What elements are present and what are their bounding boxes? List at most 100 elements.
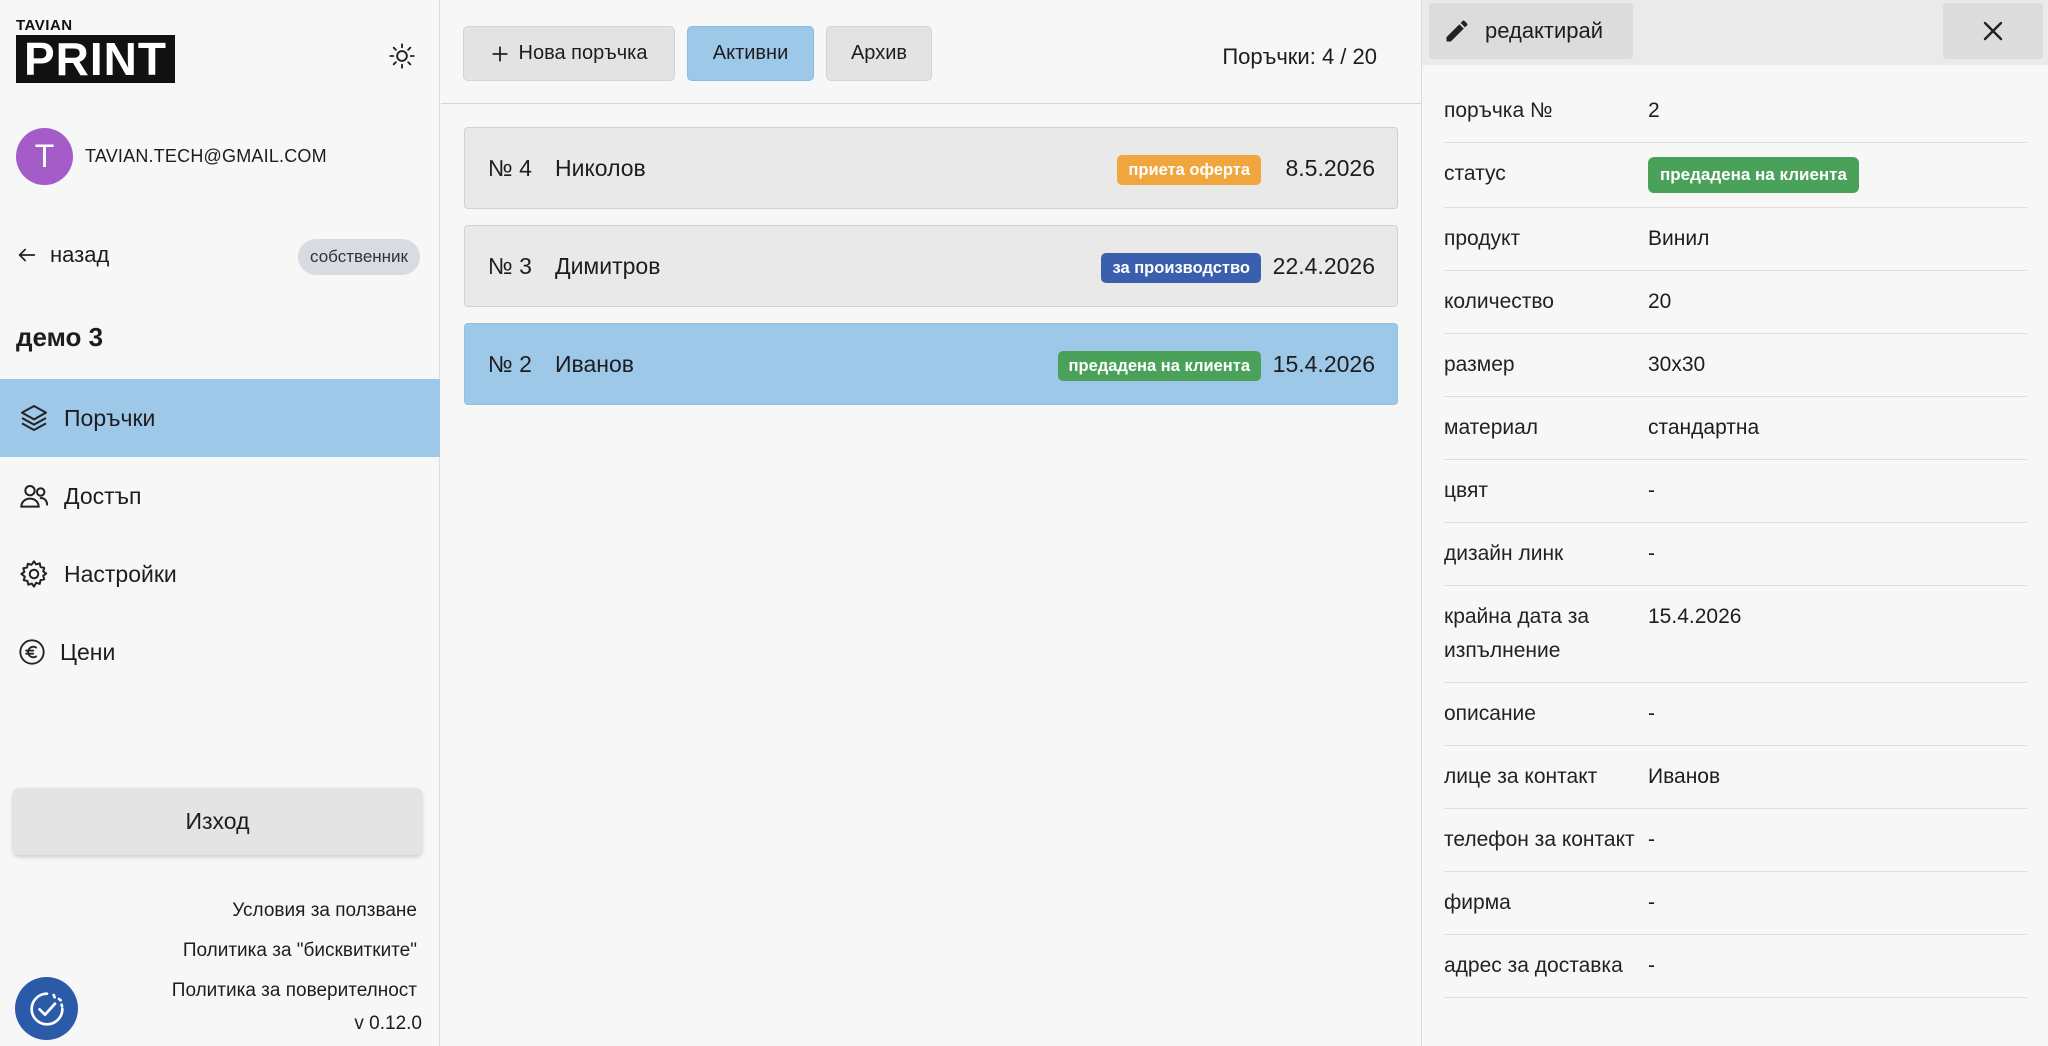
field-value-status: предадена на клиента	[1648, 157, 2027, 193]
role-badge: собственник	[298, 239, 420, 275]
sidebar-item-label: Достъп	[64, 482, 142, 509]
logout-button[interactable]: Изход	[13, 788, 422, 855]
order-row[interactable]: № 4 Николов приета оферта 8.5.2026	[464, 127, 1398, 209]
detail-row: лице за контакт Иванов	[1444, 746, 2027, 809]
user-email: TAVIAN.TECH@GMAIL.COM	[85, 146, 327, 166]
pencil-icon	[1446, 20, 1468, 42]
logo[interactable]: TAVIAN PRINT	[16, 18, 175, 83]
field-label: продукт	[1444, 227, 1521, 250]
sidebar-item-prices[interactable]: Цени	[0, 613, 440, 691]
field-label: статус	[1444, 162, 1506, 185]
sidebar-item-label: Поръчки	[64, 404, 156, 431]
field-value: -	[1648, 828, 1655, 851]
sidebar-item-orders[interactable]: Поръчки	[0, 379, 440, 457]
badge-check-icon	[29, 991, 64, 1026]
sun-icon	[389, 43, 415, 69]
field-value: Винил	[1648, 227, 1710, 250]
sidebar-item-label: Настройки	[64, 560, 177, 587]
version-label: v 0.12.0	[354, 1013, 422, 1034]
sidebar-item-access[interactable]: Достъп	[0, 457, 440, 535]
status-badge: за производство	[1101, 253, 1261, 283]
back-label: назад	[50, 242, 110, 267]
field-label: количество	[1444, 290, 1554, 313]
sidebar-nav: Поръчки Достъп Настройки Цени	[0, 379, 440, 691]
detail-row: материал стандартна	[1444, 397, 2027, 460]
detail-row: статус предадена на клиента	[1444, 143, 2027, 208]
detail-row: цвят -	[1444, 460, 2027, 523]
order-number: № 4	[488, 155, 532, 181]
order-detail-panel: редактирай поръчка № 2 статус предадена на…	[1421, 0, 2048, 1046]
status-badge: предадена на клиента	[1648, 157, 1859, 193]
detail-row: размер 30x30	[1444, 334, 2027, 397]
theme-toggle-button[interactable]	[382, 36, 422, 76]
detail-row: телефон за контакт -	[1444, 809, 2027, 872]
avatar[interactable]: T	[16, 128, 73, 185]
euro-icon	[19, 639, 45, 665]
status-badge: приета оферта	[1117, 155, 1261, 185]
field-value: 20	[1648, 290, 1672, 313]
field-label: материал	[1444, 416, 1539, 439]
sidebar: TAVIAN PRINT T TAVIAN.TECH@GMAIL.COM наз…	[0, 0, 440, 1046]
new-order-button[interactable]: Нова поръчка	[463, 26, 675, 81]
order-number: № 2	[488, 351, 532, 377]
field-label: дизайн линк	[1444, 542, 1564, 565]
field-value: -	[1648, 542, 1655, 565]
order-date: 15.4.2026	[1272, 351, 1375, 377]
orders-main: Нова поръчка Активни Архив Поръчки: 4 / …	[441, 0, 1421, 1046]
logo-top-text: TAVIAN	[16, 17, 73, 34]
detail-row: количество 20	[1444, 271, 2027, 334]
field-label: крайна дата за изпълнение	[1444, 605, 1590, 662]
users-icon	[20, 485, 49, 508]
orders-toolbar: Нова поръчка Активни Архив Поръчки: 4 / …	[441, 0, 1421, 104]
detail-header: редактирай	[1422, 0, 2048, 65]
field-value: -	[1648, 954, 1655, 977]
close-button[interactable]	[1943, 3, 2043, 59]
layers-icon	[21, 405, 47, 431]
detail-fields: поръчка № 2 статус предадена на клиента пр…	[1444, 80, 2027, 998]
logo-main-text: PRINT	[16, 35, 175, 83]
field-value: 15.4.2026	[1648, 605, 1742, 628]
order-count: Поръчки: 4 / 20	[1222, 44, 1377, 69]
tab-active[interactable]: Активни	[687, 26, 814, 81]
terms-link[interactable]: Условия за ползване	[87, 896, 417, 936]
new-order-label: Нова поръчка	[518, 42, 648, 64]
order-number: № 3	[488, 253, 532, 279]
gear-icon	[20, 560, 48, 588]
detail-row: описание -	[1444, 683, 2027, 746]
field-value: 2	[1648, 99, 1660, 122]
field-value: -	[1648, 702, 1655, 725]
plus-icon	[491, 45, 508, 62]
field-value: 30x30	[1648, 353, 1706, 376]
field-label: описание	[1444, 702, 1536, 725]
edit-label: редактирай	[1485, 18, 1604, 43]
field-label: фирма	[1444, 891, 1511, 914]
status-badge: предадена на клиента	[1057, 351, 1261, 381]
detail-row: поръчка № 2	[1444, 80, 2027, 143]
tab-archive[interactable]: Архив	[826, 26, 932, 81]
cookie-policy-link[interactable]: Политика за "бисквитките"	[87, 936, 417, 976]
user-info: T TAVIAN.TECH@GMAIL.COM	[16, 128, 327, 185]
order-client: Николов	[555, 155, 646, 181]
back-link[interactable]: назад	[16, 242, 109, 268]
field-label: цвят	[1444, 479, 1488, 502]
field-label: размер	[1444, 353, 1515, 376]
detail-row: фирма -	[1444, 872, 2027, 935]
help-fab-button[interactable]	[15, 977, 78, 1040]
order-row[interactable]: № 3 Димитров за производство 22.4.2026	[464, 225, 1398, 307]
field-value: Иванов	[1648, 765, 1721, 788]
privacy-policy-link[interactable]: Политика за поверителност	[87, 976, 417, 1016]
order-row[interactable]: № 2 Иванов предадена на клиента 15.4.202…	[464, 323, 1398, 405]
order-client: Димитров	[555, 253, 661, 279]
sidebar-item-settings[interactable]: Настройки	[0, 535, 440, 613]
detail-row: дизайн линк -	[1444, 523, 2027, 586]
edit-button[interactable]: редактирай	[1429, 3, 1633, 59]
close-icon	[1983, 21, 2003, 41]
field-label: телефон за контакт	[1444, 828, 1635, 851]
order-date: 22.4.2026	[1272, 253, 1375, 279]
field-label: поръчка №	[1444, 99, 1553, 122]
field-value: -	[1648, 479, 1655, 502]
field-value: стандартна	[1648, 416, 1760, 439]
project-title: демо 3	[16, 322, 104, 352]
detail-row: крайна дата за изпълнение 15.4.2026	[1444, 586, 2027, 683]
field-label: лице за контакт	[1444, 765, 1598, 788]
